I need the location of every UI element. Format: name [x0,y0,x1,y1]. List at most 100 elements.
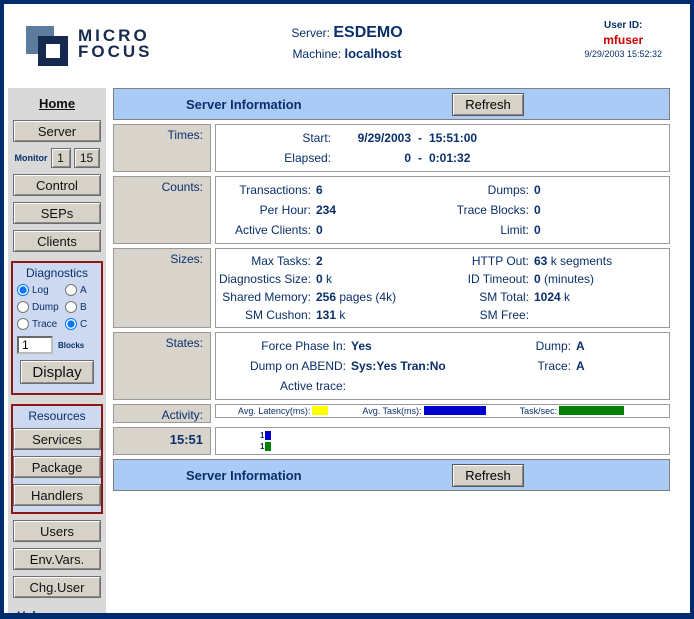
task-bar [265,431,271,440]
start-time: 15:51:00 [429,128,669,148]
radio-trace-input[interactable] [17,318,29,330]
trace-state-value: A [571,356,669,376]
monitor-label: Monitor [15,153,48,163]
main-panel: Server Information Refresh Times: Start:… [113,88,670,491]
handlers-button[interactable]: Handlers [13,484,101,506]
radio-b-input[interactable] [65,301,77,313]
sm-free-label: SM Free: [444,306,529,324]
radio-a-input[interactable] [65,284,77,296]
sizes-row-body: Max Tasks: 2 Diagnostics Size: 0 k Share… [215,248,670,328]
control-button[interactable]: Control [13,174,101,196]
envvars-button[interactable]: Env.Vars. [13,548,101,570]
radio-a-label: A [80,285,87,296]
user-id-label: User ID: [584,20,662,31]
refresh-button-top[interactable]: Refresh [452,93,524,116]
dumps-label: Dumps: [444,180,529,200]
sizes-row: Sizes: Max Tasks: 2 Diagnostics Size: 0 … [113,248,670,328]
radio-a[interactable]: A [65,284,97,296]
radio-trace-label: Trace [32,319,57,330]
page-title: Server Information [186,97,302,112]
blocks-label: Blocks [58,341,84,350]
per-hour-value: 234 [311,200,444,220]
server-label: Server: [291,26,330,40]
active-trace-label: Active trace: [216,376,346,396]
header: MICRO FOCUS Server: ESDEMO Machine: loca… [4,4,690,86]
start-label: Start: [216,128,331,148]
times-row: Times: Start: 9/29/2003 - 15:51:00 Elaps… [113,124,670,172]
trace-blocks-value: 0 [529,200,669,220]
help-block: Help: Menu This Page Contents [13,609,101,619]
resources-title: Resources [28,409,85,423]
states-row-body: Force Phase In: Yes Dump on ABEND: Sys:Y… [215,332,670,400]
counts-row-body: Transactions: 6 Per Hour: 234 Active Cli… [215,176,670,244]
activity-row-label: Activity: [113,404,211,423]
activity-row: Activity: Avg. Latency(ms): Avg. Task(ms… [113,404,670,423]
monitor-row: Monitor 1 15 [15,148,100,168]
page: MICRO FOCUS Server: ESDEMO Machine: loca… [0,0,694,619]
radio-b-label: B [80,302,87,313]
blocks-row: Blocks [17,336,97,354]
sizes-row-label: Sizes: [113,248,211,328]
counts-row: Counts: Transactions: 6 Per Hour: 234 Ac… [113,176,670,244]
per-hour-label: Per Hour: [216,200,311,220]
chguser-button[interactable]: Chg.User [13,576,101,598]
bottom-title-bar: Server Information Refresh [113,459,670,491]
monitor-15-button[interactable]: 15 [74,148,100,168]
radio-dump-input[interactable] [17,301,29,313]
http-out-value: 63 k segments [529,252,669,270]
start-date: 9/29/2003 [331,128,411,148]
active-clients-value: 0 [311,220,444,240]
diagnostics-size-value: 0 k [311,270,444,288]
task-sec-swatch [559,406,624,415]
shared-memory-value: 256 pages (4k) [311,288,444,306]
clients-button[interactable]: Clients [13,230,101,252]
top-title-bar: Server Information Refresh [113,88,670,120]
radio-dump[interactable]: Dump [17,301,65,313]
resources-groupbox: Resources Services Package Handlers [11,404,103,514]
limit-label: Limit: [444,220,529,240]
sm-cushon-value: 131 k [311,306,444,324]
elapsed-days: 0 [331,148,411,168]
radio-b[interactable]: B [65,301,97,313]
seps-button[interactable]: SEPs [13,202,101,224]
task-swatch [424,406,486,415]
monitor-1-button[interactable]: 1 [51,148,71,168]
user-info: User ID: mfuser 9/29/2003 15:52:32 [584,20,662,59]
content: Home Server Monitor 1 15 Control SEPs Cl… [4,86,690,619]
history-bar-task: 1 [260,430,669,441]
http-out-label: HTTP Out: [444,252,529,270]
server-button[interactable]: Server [13,120,101,142]
radio-trace[interactable]: Trace [17,318,65,330]
users-button[interactable]: Users [13,520,101,542]
active-trace-value [346,376,516,396]
diagnostics-size-label: Diagnostics Size: [216,270,311,288]
times-row-body: Start: 9/29/2003 - 15:51:00 Elapsed: 0 -… [215,124,670,172]
radio-log[interactable]: Log [17,284,65,296]
history-chart: 1 1 [215,427,670,455]
dumps-value: 0 [529,180,669,200]
header-timestamp: 9/29/2003 15:52:32 [584,49,662,59]
blocks-input[interactable] [17,336,53,354]
radio-c[interactable]: C [65,318,97,330]
legend-avg-task: Avg. Task(ms): [362,406,485,416]
package-button[interactable]: Package [13,456,101,478]
diagnostics-groupbox: Diagnostics Log A Dump [11,261,103,395]
sm-total-label: SM Total: [444,288,529,306]
elapsed-separator: - [411,148,429,168]
dump-on-abend-value: Sys:Yes Tran:No [346,356,516,376]
refresh-button-bottom[interactable]: Refresh [452,464,524,487]
force-phase-in-value: Yes [346,336,516,356]
sidebar-item-home[interactable]: Home [39,96,75,111]
radio-c-input[interactable] [65,318,77,330]
display-button[interactable]: Display [20,360,94,384]
sm-total-value: 1024 k [529,288,669,306]
max-tasks-label: Max Tasks: [216,252,311,270]
max-tasks-value: 2 [311,252,444,270]
services-button[interactable]: Services [13,428,101,450]
sm-free-value [529,306,669,324]
diagnostics-title: Diagnostics [26,266,88,280]
dump-on-abend-label: Dump on ABEND: [216,356,346,376]
radio-log-input[interactable] [17,284,29,296]
machine-name: localhost [344,46,401,61]
radio-c-label: C [80,319,87,330]
